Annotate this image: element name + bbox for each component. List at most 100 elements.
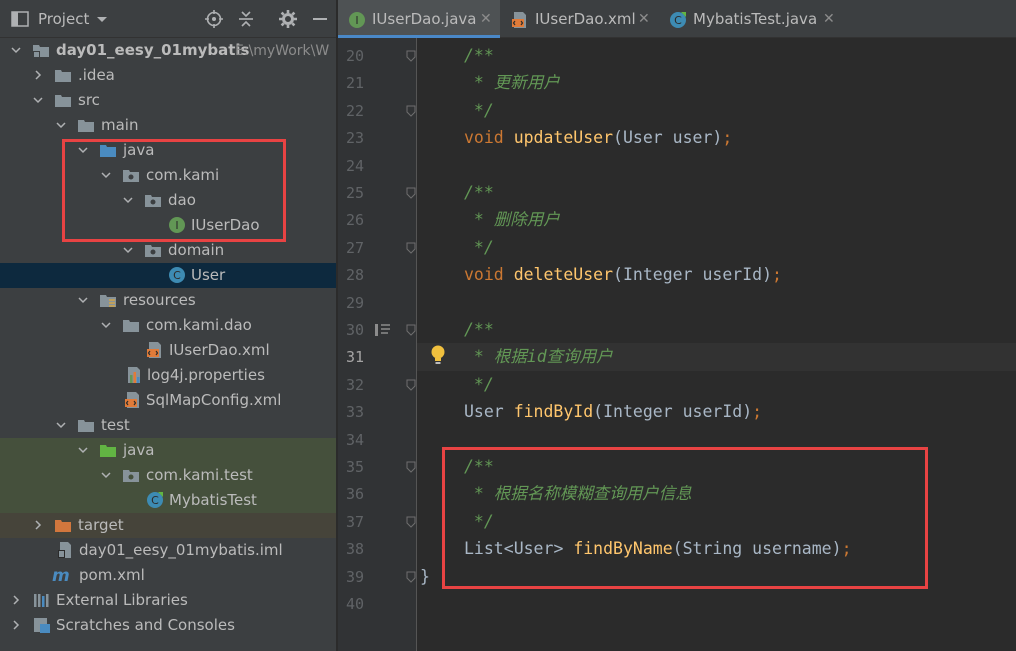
implementation-marker-icon[interactable] — [374, 322, 392, 338]
tab-iuserdao-xml[interactable]: IUserDao.xml ✕ — [501, 0, 658, 38]
annotation-box-code — [442, 447, 928, 589]
tree-item-sqlmapconfig-xml[interactable]: SqlMapConfig.xml — [0, 388, 336, 413]
tree-item-user[interactable]: C User — [0, 263, 336, 288]
tree-item-iml[interactable]: day01_eesy_01mybatis.iml — [0, 538, 336, 563]
chevron-right-icon[interactable] — [32, 519, 44, 531]
code-line[interactable]: */ — [464, 100, 494, 122]
line-number[interactable]: 28 — [338, 264, 364, 286]
line-number[interactable]: 34 — [338, 429, 364, 451]
chevron-right-icon[interactable] — [10, 619, 22, 631]
tree-item-com-kami-test[interactable]: com.kami.test — [0, 463, 336, 488]
line-number[interactable]: 29 — [338, 292, 364, 314]
code-line[interactable]: /** — [464, 45, 494, 67]
tree-item-iuserdao-xml[interactable]: IUserDao.xml — [0, 338, 336, 363]
line-number[interactable]: 27 — [338, 237, 364, 259]
fold-marker-icon[interactable] — [406, 50, 416, 62]
line-number[interactable]: 37 — [338, 511, 364, 533]
tree-item-main[interactable]: main — [0, 113, 336, 138]
close-icon[interactable]: ✕ — [823, 11, 835, 27]
code-line[interactable]: } — [420, 566, 430, 588]
fold-marker-icon[interactable] — [406, 516, 416, 528]
chevron-down-icon[interactable] — [77, 444, 89, 456]
line-number[interactable]: 20 — [338, 45, 364, 67]
keyword: void — [464, 128, 504, 148]
tree-item-resources[interactable]: resources — [0, 288, 336, 313]
tree-item-mybatistest[interactable]: C MybatisTest — [0, 488, 336, 513]
chevron-down-icon[interactable] — [100, 469, 112, 481]
tree-item-external-libraries[interactable]: External Libraries — [0, 588, 336, 613]
line-number[interactable]: 22 — [338, 100, 364, 122]
tree-item-com-kami-dao[interactable]: com.kami.dao — [0, 313, 336, 338]
type-name: User — [464, 402, 504, 422]
hide-panel-icon[interactable] — [310, 9, 330, 29]
fold-marker-icon[interactable] — [406, 324, 416, 336]
line-number[interactable]: 33 — [338, 401, 364, 423]
code-line[interactable]: * 更新用户 — [464, 72, 560, 94]
line-number[interactable]: 40 — [338, 593, 364, 615]
lightbulb-icon[interactable] — [429, 344, 447, 366]
tab-label: IUserDao.xml — [535, 10, 636, 28]
line-number[interactable]: 30 — [338, 319, 364, 341]
chevron-down-icon[interactable] — [95, 9, 109, 29]
collapse-all-icon[interactable] — [236, 9, 256, 29]
chevron-right-icon[interactable] — [10, 594, 22, 606]
tree-item-test[interactable]: test — [0, 413, 336, 438]
tree-item-src[interactable]: src — [0, 88, 336, 113]
test-class-icon: C — [670, 12, 686, 28]
code-line[interactable]: */ — [464, 374, 494, 396]
locate-icon[interactable] — [204, 9, 224, 29]
chevron-down-icon[interactable] — [77, 294, 89, 306]
fold-marker-icon[interactable] — [406, 571, 416, 583]
tree-item-scratches[interactable]: Scratches and Consoles — [0, 613, 336, 638]
fold-marker-icon[interactable] — [406, 379, 416, 391]
project-view-icon[interactable] — [10, 9, 30, 29]
line-number[interactable]: 26 — [338, 209, 364, 231]
chevron-right-icon[interactable] — [32, 69, 44, 81]
chevron-down-icon[interactable] — [10, 44, 22, 56]
code-line[interactable]: * 删除用户 — [464, 209, 560, 231]
tree-item-log4j-properties[interactable]: log4j.properties — [0, 363, 336, 388]
tree-item-pom-xml[interactable]: m pom.xml — [0, 563, 336, 588]
fold-marker-icon[interactable] — [406, 105, 416, 117]
project-view-title[interactable]: Project — [38, 10, 89, 28]
code-line[interactable]: User findById(Integer userId); — [464, 401, 762, 423]
line-number[interactable]: 23 — [338, 127, 364, 149]
fold-marker-icon[interactable] — [406, 461, 416, 473]
tree-item-project-root[interactable]: day01_eesy_01mybatis E:\myWork\W — [0, 38, 336, 63]
type-name: User — [622, 128, 663, 148]
identifier: userId — [682, 402, 743, 422]
tree-item-label: day01_eesy_01mybatis — [56, 41, 250, 59]
line-number[interactable]: 35 — [338, 456, 364, 478]
line-number[interactable]: 24 — [338, 155, 364, 177]
tab-iuserdao-java[interactable]: I IUserDao.java ✕ — [338, 0, 500, 38]
chevron-down-icon[interactable] — [100, 319, 112, 331]
annotation-box-tree — [62, 139, 286, 242]
chevron-down-icon[interactable] — [32, 94, 44, 106]
tab-mybatistest-java[interactable]: C MybatisTest.java ✕ — [659, 0, 844, 38]
chevron-down-icon[interactable] — [55, 119, 67, 131]
line-number[interactable]: 21 — [338, 72, 364, 94]
line-number[interactable]: 31 — [338, 346, 364, 368]
line-number[interactable]: 38 — [338, 538, 364, 560]
chevron-down-icon[interactable] — [122, 244, 134, 256]
line-number[interactable]: 25 — [338, 182, 364, 204]
code-line[interactable]: /** — [464, 319, 494, 341]
chevron-down-icon[interactable] — [55, 419, 67, 431]
code-line[interactable]: void updateUser(User user); — [464, 127, 732, 149]
line-number[interactable]: 39 — [338, 566, 364, 588]
code-line[interactable]: void deleteUser(Integer userId); — [464, 264, 782, 286]
folder-icon — [55, 95, 71, 107]
line-number[interactable]: 32 — [338, 374, 364, 396]
close-icon[interactable]: ✕ — [480, 11, 492, 27]
close-icon[interactable]: ✕ — [638, 11, 650, 27]
code-line[interactable]: /** — [464, 182, 494, 204]
tree-item-target[interactable]: target — [0, 513, 336, 538]
code-line[interactable]: */ — [464, 237, 494, 259]
fold-marker-icon[interactable] — [406, 242, 416, 254]
tree-item-test-java[interactable]: java — [0, 438, 336, 463]
fold-marker-icon[interactable] — [406, 187, 416, 199]
line-number[interactable]: 36 — [338, 483, 364, 505]
gear-icon[interactable] — [278, 9, 298, 29]
tree-item-idea[interactable]: .idea — [0, 63, 336, 88]
code-line[interactable]: * 根据id查询用户 — [464, 346, 613, 368]
